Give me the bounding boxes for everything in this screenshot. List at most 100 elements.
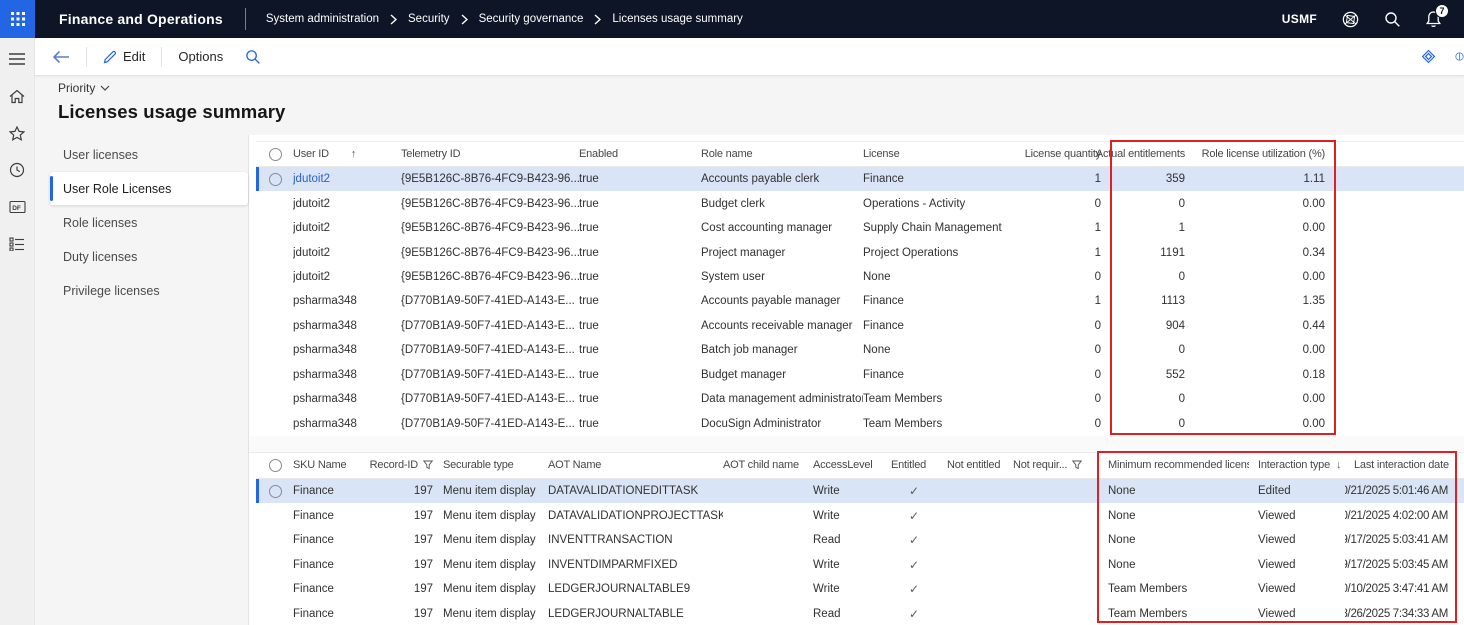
row-select-cell[interactable] — [256, 552, 293, 577]
col-last-interaction-date[interactable]: Last interaction date — [1345, 453, 1458, 478]
col-enabled[interactable]: Enabled — [579, 142, 701, 166]
table-row[interactable]: jdutoit2 {9E5B126C-8B76-4FC9-B423-96... … — [256, 191, 1464, 215]
cell-user-id[interactable]: jdutoit2 — [293, 191, 401, 215]
sidebar-item[interactable]: User Role Licenses — [50, 172, 248, 205]
col-role-license-utilization[interactable]: Role license utilization (%) — [1195, 142, 1335, 166]
app-title[interactable]: Finance and Operations — [59, 11, 223, 27]
cell-user-id[interactable]: psharma348 — [293, 411, 401, 435]
table-row[interactable]: psharma348 {D770B1A9-50F7-41ED-A143-E...… — [256, 363, 1464, 387]
home-icon[interactable] — [5, 85, 29, 107]
row-select-cell[interactable] — [256, 167, 293, 191]
table-row[interactable]: Finance 197 Menu item display INVENTDIMP… — [256, 552, 1464, 577]
priority-dropdown[interactable]: Priority — [58, 81, 285, 95]
cell-user-id[interactable]: psharma348 — [293, 338, 401, 362]
cell-user-id[interactable]: psharma348 — [293, 387, 401, 411]
row-radio[interactable] — [269, 485, 282, 498]
cell-user-id[interactable]: psharma348 — [293, 363, 401, 387]
company-picker[interactable]: USMF — [1282, 12, 1317, 26]
col-not-entitled[interactable]: Not entitled — [947, 453, 1013, 478]
col-not-required[interactable]: Not requir... — [1013, 453, 1099, 478]
table-row[interactable]: Finance 197 Menu item display LEDGERJOUR… — [256, 577, 1464, 602]
col-access-level[interactable]: AccessLevel — [813, 453, 891, 478]
table-row[interactable]: Finance 197 Menu item display DATAVALIDA… — [256, 503, 1464, 528]
row-select-cell[interactable] — [256, 411, 293, 435]
row-select-cell[interactable] — [256, 289, 293, 313]
select-all-circle[interactable] — [269, 459, 282, 472]
col-record-id[interactable]: Record-ID — [365, 453, 443, 478]
cell-user-id[interactable]: jdutoit2 — [293, 240, 401, 264]
row-select-cell[interactable] — [256, 503, 293, 528]
row-select-cell[interactable] — [256, 265, 293, 289]
table-row[interactable]: Finance 197 Menu item display LEDGERJOUR… — [256, 601, 1464, 625]
table-row[interactable]: psharma348 {D770B1A9-50F7-41ED-A143-E...… — [256, 289, 1464, 313]
sidebar-item[interactable]: User licenses — [50, 138, 248, 171]
breadcrumb-item[interactable]: System administration — [266, 13, 379, 25]
row-select-cell[interactable] — [256, 577, 293, 602]
edit-button[interactable]: Edit — [99, 49, 149, 64]
cell-user-id[interactable]: jdutoit2 — [293, 167, 401, 191]
diamond-icon[interactable] — [1420, 48, 1437, 65]
row-select-cell[interactable] — [256, 191, 293, 215]
col-min-recommended-license[interactable]: Minimum recommended license — [1099, 453, 1249, 478]
company-icon[interactable]: DF — [5, 196, 29, 218]
sidebar-item[interactable]: Duty licenses — [50, 240, 248, 273]
table-row[interactable]: psharma348 {D770B1A9-50F7-41ED-A143-E...… — [256, 387, 1464, 411]
row-select-cell[interactable] — [256, 363, 293, 387]
col-sku-name[interactable]: SKU Name — [293, 453, 365, 478]
cell-user-id[interactable]: psharma348 — [293, 289, 401, 313]
back-button[interactable] — [49, 50, 74, 64]
cell-user-id[interactable]: jdutoit2 — [293, 216, 401, 240]
col-license[interactable]: License — [863, 142, 1033, 166]
col-entitled[interactable]: Entitled — [891, 453, 947, 478]
table-row[interactable]: Finance 197 Menu item display DATAVALIDA… — [256, 479, 1464, 504]
row-select-cell[interactable] — [256, 601, 293, 625]
help-globe-icon[interactable] — [1341, 10, 1360, 29]
col-securable-type[interactable]: Securable type — [443, 453, 548, 478]
recent-icon[interactable] — [5, 159, 29, 181]
table-row[interactable]: psharma348 {D770B1A9-50F7-41ED-A143-E...… — [256, 338, 1464, 362]
row-radio[interactable] — [269, 173, 282, 186]
col-user-id[interactable]: User ID↑ — [293, 142, 401, 166]
col-actual-entitlements[interactable]: Actual entitlements — [1111, 142, 1195, 166]
row-select-cell[interactable] — [256, 528, 293, 553]
col-aot-name[interactable]: AOT Name — [548, 453, 723, 478]
toolbar-search-button[interactable] — [241, 49, 265, 65]
select-all-header[interactable] — [256, 453, 293, 478]
star-icon[interactable] — [5, 122, 29, 144]
table-row[interactable]: jdutoit2 {9E5B126C-8B76-4FC9-B423-96... … — [256, 167, 1464, 191]
tasks-icon[interactable] — [5, 233, 29, 255]
breadcrumb-item[interactable]: Security — [408, 13, 450, 25]
row-select-cell[interactable] — [256, 479, 293, 504]
sidebar-item[interactable]: Role licenses — [50, 206, 248, 239]
table-row[interactable]: Finance 197 Menu item display INVENTTRAN… — [256, 528, 1464, 553]
breadcrumb-item[interactable]: Licenses usage summary — [612, 13, 742, 25]
bell-icon[interactable]: 7 — [1425, 10, 1442, 28]
row-select-cell[interactable] — [256, 314, 293, 338]
table-row[interactable]: jdutoit2 {9E5B126C-8B76-4FC9-B423-96... … — [256, 216, 1464, 240]
row-select-cell[interactable] — [256, 216, 293, 240]
menu-icon[interactable] — [5, 48, 29, 70]
filter-icon[interactable] — [423, 460, 433, 470]
table-row[interactable]: psharma348 {D770B1A9-50F7-41ED-A143-E...… — [256, 411, 1464, 435]
search-icon[interactable] — [1384, 11, 1401, 28]
col-aot-child-name[interactable]: AOT child name — [723, 453, 813, 478]
cell-user-id[interactable]: jdutoit2 — [293, 265, 401, 289]
sidebar-item[interactable]: Privilege licenses — [50, 274, 248, 307]
col-interaction-type[interactable]: Interaction type↓ — [1249, 453, 1345, 478]
filter-icon[interactable] — [1072, 460, 1082, 470]
row-select-cell[interactable] — [256, 240, 293, 264]
select-all-header[interactable] — [256, 142, 293, 166]
row-select-cell[interactable] — [256, 387, 293, 411]
cell-user-id[interactable]: psharma348 — [293, 314, 401, 338]
select-all-circle[interactable] — [269, 148, 282, 161]
row-select-cell[interactable] — [256, 338, 293, 362]
table-row[interactable]: jdutoit2 {9E5B126C-8B76-4FC9-B423-96... … — [256, 265, 1464, 289]
table-row[interactable]: jdutoit2 {9E5B126C-8B76-4FC9-B423-96... … — [256, 240, 1464, 264]
options-button[interactable]: Options — [174, 49, 227, 64]
right-pane-icon[interactable] — [1455, 48, 1464, 65]
col-telemetry-id[interactable]: Telemetry ID — [401, 142, 579, 166]
col-role-name[interactable]: Role name — [701, 142, 863, 166]
table-row[interactable]: psharma348 {D770B1A9-50F7-41ED-A143-E...… — [256, 314, 1464, 338]
breadcrumb-item[interactable]: Security governance — [479, 13, 584, 25]
app-launcher-icon[interactable] — [0, 0, 35, 38]
